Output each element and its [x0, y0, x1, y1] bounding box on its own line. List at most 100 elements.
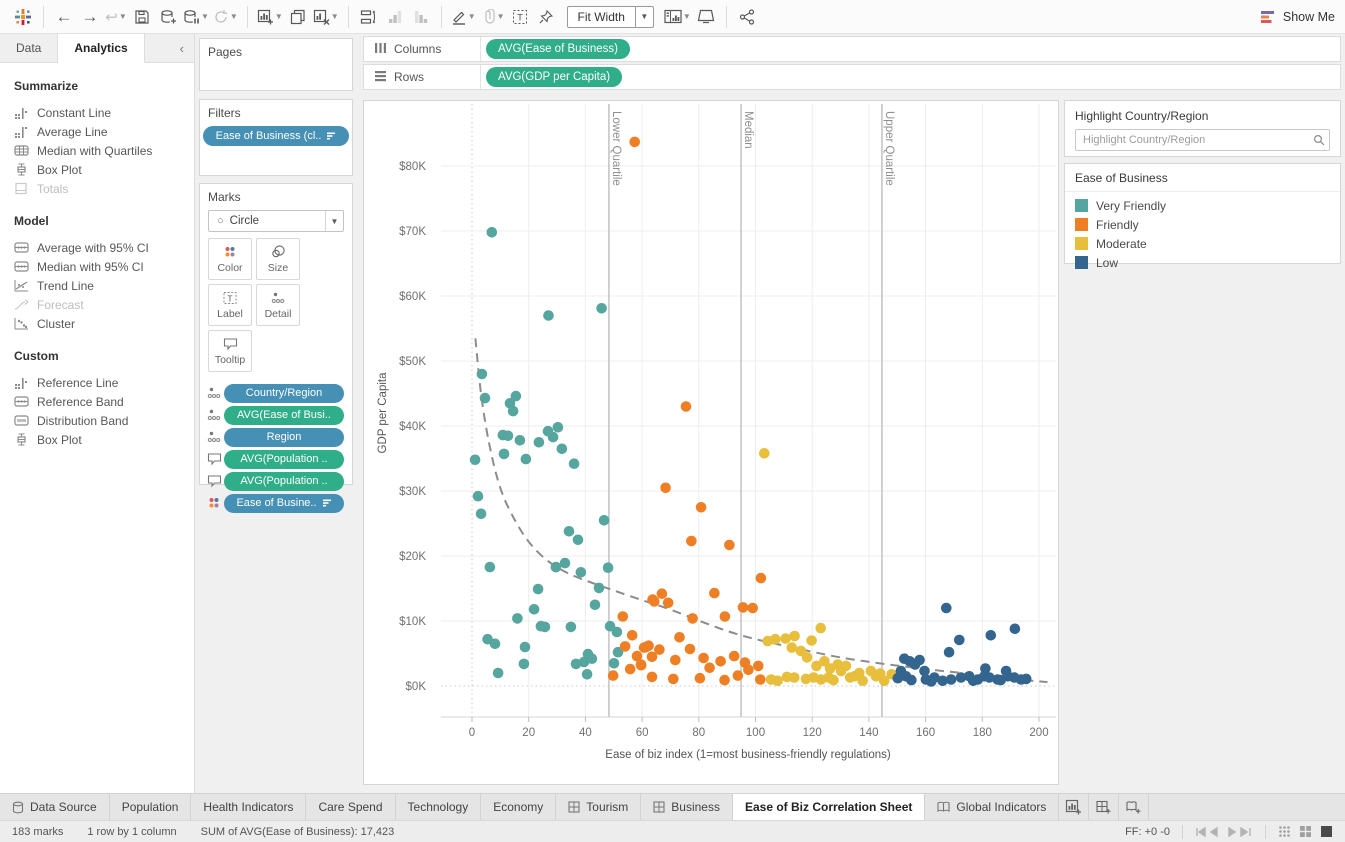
mark-circle[interactable] — [540, 622, 551, 633]
mark-circle[interactable] — [618, 611, 629, 622]
mark-circle[interactable] — [910, 659, 921, 670]
add-data-source-button[interactable] — [155, 4, 181, 30]
mark-circle[interactable] — [603, 562, 614, 573]
mark-circle[interactable] — [560, 558, 571, 569]
field-pill[interactable]: Ease of Business (cl.. — [203, 126, 349, 146]
mark-circle[interactable] — [674, 632, 685, 643]
highlight-pen-button[interactable]: ▼ — [449, 4, 478, 30]
detail-dots-icon[interactable] — [204, 386, 224, 400]
chevron-down-icon[interactable]: ▼ — [275, 12, 283, 21]
mark-circle[interactable] — [599, 515, 610, 526]
mark-circle[interactable] — [670, 655, 681, 666]
marks-label-button[interactable]: TLabel — [208, 284, 252, 326]
tooltip-bubble-icon[interactable] — [204, 452, 224, 466]
mark-circle[interactable] — [594, 583, 605, 594]
chevron-down-icon[interactable]: ▼ — [468, 12, 476, 21]
field-pill[interactable]: Ease of Busine.. — [224, 494, 344, 513]
field-pill[interactable]: AVG(Ease of Business) — [486, 39, 630, 59]
pane-tab-analytics[interactable]: Analytics — [58, 34, 144, 63]
pane-item-average-with-95-ci[interactable]: Average with 95% CI — [0, 238, 194, 257]
marks-tooltip-button[interactable]: Tooltip — [208, 330, 252, 372]
mark-circle[interactable] — [654, 644, 665, 655]
fit-dropdown[interactable]: Fit Width▼ — [567, 6, 654, 28]
mark-circle[interactable] — [477, 369, 488, 380]
mark-circle[interactable] — [729, 651, 740, 662]
filters-card[interactable]: Filters Ease of Business (cl.. — [199, 99, 353, 176]
mark-circle[interactable] — [738, 602, 749, 613]
new-worksheet-button[interactable] — [1059, 794, 1089, 820]
mark-circle[interactable] — [470, 455, 481, 466]
mark-circle[interactable] — [696, 502, 707, 513]
mark-circle[interactable] — [704, 663, 715, 674]
mark-circle[interactable] — [1010, 624, 1021, 635]
share-button[interactable] — [734, 4, 760, 30]
mark-circle[interactable] — [743, 665, 754, 676]
sheet-tab-care-spend[interactable]: Care Spend — [306, 794, 395, 820]
page-navigation[interactable] — [1183, 827, 1265, 837]
mark-circle[interactable] — [473, 491, 484, 502]
chevron-down-icon[interactable]: ▼ — [683, 12, 691, 21]
mark-circle[interactable] — [520, 642, 531, 653]
mark-circle[interactable] — [660, 483, 671, 494]
mark-circle[interactable] — [954, 635, 965, 646]
mark-circle[interactable] — [609, 658, 620, 669]
mark-circle[interactable] — [719, 675, 730, 686]
mark-circle[interactable] — [587, 653, 598, 664]
mark-circle[interactable] — [663, 598, 674, 609]
new-dashboard-button[interactable] — [1089, 794, 1119, 820]
mark-circle[interactable] — [709, 588, 720, 599]
pane-item-average-line[interactable]: Average Line — [0, 122, 194, 141]
sheet-tab-economy[interactable]: Economy — [481, 794, 556, 820]
mark-circle[interactable] — [519, 659, 530, 670]
mark-circle[interactable] — [986, 630, 997, 641]
mark-circle[interactable] — [806, 635, 817, 646]
save-button[interactable] — [129, 4, 155, 30]
presentation-mode-button[interactable] — [693, 4, 719, 30]
detail-dots-icon[interactable] — [204, 430, 224, 444]
mark-circle[interactable] — [815, 623, 826, 634]
mark-circle[interactable] — [657, 588, 668, 599]
sheet-tab-tourism[interactable]: Tourism — [556, 794, 641, 820]
mark-circle[interactable] — [686, 536, 697, 547]
pane-item-trend-line[interactable]: Trend Line — [0, 276, 194, 295]
detail-dots-icon[interactable] — [204, 408, 224, 422]
sheet-tab-population[interactable]: Population — [110, 794, 192, 820]
legend-item[interactable]: Very Friendly — [1065, 196, 1340, 215]
highlight-search-box[interactable] — [1075, 129, 1330, 151]
mark-circle[interactable] — [756, 573, 767, 584]
pane-item-box-plot[interactable]: Box Plot — [0, 160, 194, 179]
marks-color-button[interactable]: Color — [208, 238, 252, 280]
mark-circle[interactable] — [685, 644, 696, 655]
legend-item[interactable]: Friendly — [1065, 215, 1340, 234]
mark-circle[interactable] — [759, 448, 770, 459]
mark-circle[interactable] — [625, 664, 636, 675]
mark-circle[interactable] — [553, 422, 564, 433]
chevron-down-icon[interactable]: ▼ — [201, 12, 209, 21]
chevron-down-icon[interactable]: ▼ — [230, 12, 238, 21]
mark-circle[interactable] — [582, 669, 593, 680]
mark-circle[interactable] — [576, 567, 587, 578]
mark-circle[interactable] — [695, 673, 706, 684]
sheet-tab-technology[interactable]: Technology — [396, 794, 482, 820]
mark-circle[interactable] — [521, 454, 532, 465]
pane-item-reference-line[interactable]: Reference Line — [0, 373, 194, 392]
field-pill[interactable]: AVG(Population .. — [224, 472, 344, 491]
mark-circle[interactable] — [787, 642, 798, 653]
mark-type-dropdown[interactable]: ○ Circle ▼ — [208, 210, 344, 232]
pane-item-cluster[interactable]: Cluster — [0, 314, 194, 333]
mark-circle[interactable] — [573, 535, 584, 546]
chevron-down-icon[interactable]: ▼ — [635, 7, 653, 27]
color-dots-icon[interactable] — [204, 496, 224, 510]
sheet-tab-global-indicators[interactable]: Global Indicators — [925, 794, 1059, 820]
pages-card[interactable]: Pages — [199, 38, 353, 91]
mark-circle[interactable] — [789, 672, 800, 683]
mark-circle[interactable] — [627, 630, 638, 641]
mark-circle[interactable] — [772, 676, 783, 687]
pane-item-constant-line[interactable]: Constant Line — [0, 103, 194, 122]
mark-circle[interactable] — [569, 458, 580, 469]
mark-circle[interactable] — [770, 634, 781, 645]
field-pill[interactable]: Country/Region — [224, 384, 344, 403]
mark-circle[interactable] — [476, 509, 487, 520]
mark-circle[interactable] — [733, 670, 744, 681]
collapse-pane-button[interactable]: ‹ — [170, 34, 194, 62]
